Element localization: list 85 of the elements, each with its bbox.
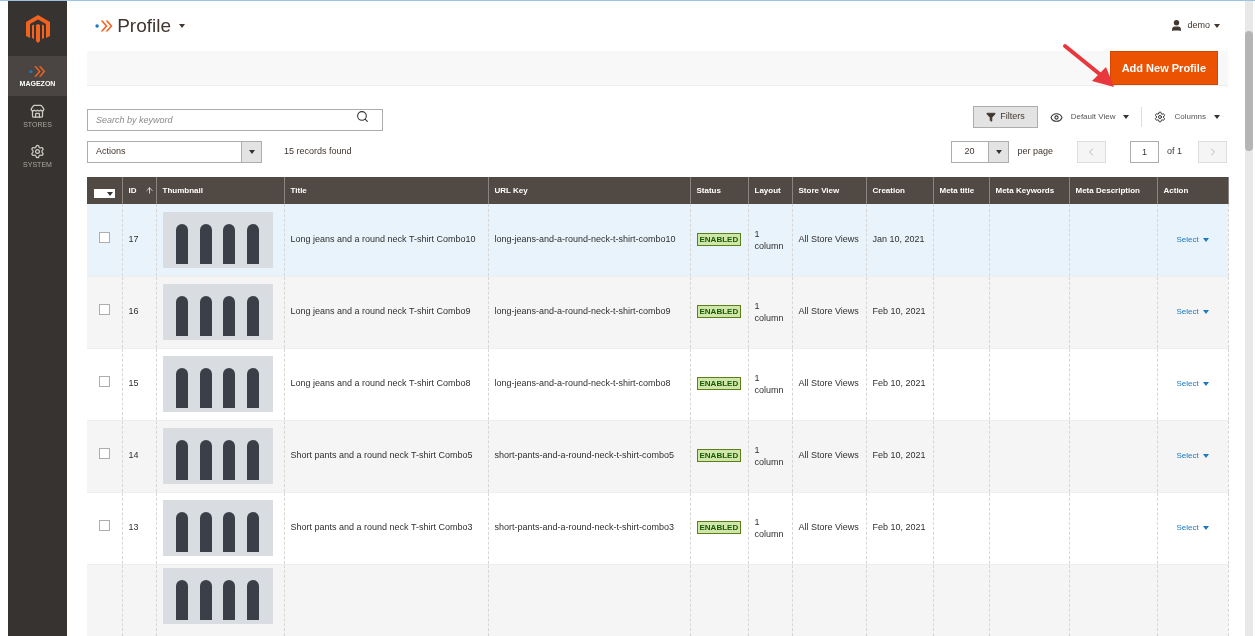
caret-icon (179, 23, 186, 28)
caret-icon (1202, 454, 1209, 459)
row-checkbox[interactable] (98, 304, 110, 316)
store-view-cell: All Store Views (792, 348, 866, 420)
select-action-link[interactable]: Select (1176, 234, 1209, 246)
status-badge: ENABLED (696, 377, 742, 391)
actions-select[interactable]: Actions (87, 141, 262, 163)
status-badge: ENABLED (696, 449, 742, 463)
filters-button[interactable]: Filters (973, 106, 1038, 128)
page-input[interactable]: 1 (1130, 141, 1159, 163)
caret-icon (1202, 526, 1209, 531)
row-checkbox[interactable] (98, 448, 110, 460)
search-icon[interactable] (356, 110, 369, 123)
url-key-cell: long-jeans-and-a-round-neck-t-shirt-combo10 (488, 204, 690, 276)
next-page-button[interactable] (1198, 141, 1227, 163)
id-cell: 13 (122, 492, 156, 564)
store-view-cell: All Store Views (792, 420, 866, 492)
creation-cell: Jan 10, 2021 (866, 204, 933, 276)
caret-icon (1123, 115, 1130, 119)
id-cell: 15 (122, 348, 156, 420)
page-total: of 1 (1167, 145, 1182, 159)
user-menu[interactable]: demo (1170, 19, 1220, 33)
store-view-cell: All Store Views (792, 492, 866, 564)
gear-icon (30, 144, 45, 159)
filter-icon (986, 112, 997, 122)
status-badge: ENABLED (696, 521, 742, 535)
layout-cell: 1 column (748, 276, 792, 348)
title-cell: Long jeans and a round neck T-shirt Combo9 (284, 276, 488, 348)
title-cell: Short pants and a round neck T-shirt Combo5 (284, 420, 488, 492)
caret-icon (106, 191, 113, 196)
store-view-cell: All Store Views (792, 204, 866, 276)
magento-logo-icon[interactable] (25, 14, 50, 43)
caret-icon (1214, 23, 1220, 28)
caret-icon (1202, 310, 1209, 315)
layout-cell: 1 column (748, 204, 792, 276)
per-page-label: per page (1017, 145, 1053, 159)
select-action-link[interactable]: Select (1176, 306, 1209, 319)
id-cell: 16 (122, 276, 156, 348)
creation-cell: Feb 10, 2021 (866, 276, 933, 348)
chevrons-logo-icon (29, 65, 46, 78)
url-key-cell: short-pants-and-a-round-neck-t-shirt-combo3 (488, 492, 690, 564)
title-cell: Long jeans and a round neck T-shirt Combo10 (284, 204, 488, 276)
pointer-arrow (1062, 43, 1116, 89)
id-cell: 14 (122, 420, 156, 492)
eye-icon (1049, 110, 1063, 124)
view-dropdown[interactable]: Default View (1049, 110, 1130, 124)
status-badge: ENABLED (696, 305, 742, 319)
creation-cell: Feb 10, 2021 (866, 348, 933, 420)
chevrons-logo-icon (95, 18, 114, 33)
sort-arrow-icon (144, 185, 154, 195)
layout-cell: 1 column (748, 348, 792, 420)
row-checkbox[interactable] (98, 376, 110, 388)
search-field[interactable]: Search by keyword (87, 109, 383, 131)
status-badge: ENABLED (696, 233, 742, 246)
gear-icon (1154, 111, 1167, 123)
scrollbar[interactable] (1245, 1, 1253, 636)
page-title[interactable]: Profile (117, 11, 172, 40)
row-checkbox[interactable] (98, 520, 110, 532)
caret-icon (1214, 115, 1220, 119)
layout-cell: 1 column (748, 492, 792, 564)
per-page-select[interactable]: 20 (951, 141, 1010, 163)
select-action-link[interactable]: Select (1176, 522, 1209, 535)
url-key-cell: long-jeans-and-a-round-neck-t-shirt-combo8 (488, 348, 690, 420)
select-action-link[interactable]: Select (1176, 378, 1209, 391)
store-icon (30, 104, 45, 119)
url-key-cell: long-jeans-and-a-round-neck-t-shirt-combo9 (488, 276, 690, 348)
store-view-cell: All Store Views (792, 276, 866, 348)
title-cell: Short pants and a round neck T-shirt Combo3 (284, 492, 488, 564)
creation-cell: Feb 10, 2021 (866, 420, 933, 492)
caret-icon (995, 150, 1002, 154)
id-cell: 17 (122, 204, 156, 276)
add-new-profile-button[interactable]: Add New Profile (1109, 50, 1218, 85)
select-action-link[interactable]: Select (1176, 450, 1209, 463)
caret-icon (1202, 238, 1209, 242)
caret-icon (248, 150, 255, 154)
caret-icon (1202, 382, 1209, 387)
title-cell: Long jeans and a round neck T-shirt Combo8 (284, 348, 488, 420)
creation-cell: Feb 10, 2021 (866, 492, 933, 564)
row-checkbox[interactable] (98, 232, 110, 243)
previous-page-button[interactable] (1077, 141, 1106, 163)
user-icon (1170, 19, 1184, 33)
columns-dropdown[interactable]: Columns (1154, 111, 1220, 123)
records-count: 15 records found (284, 145, 352, 159)
url-key-cell: short-pants-and-a-round-neck-t-shirt-combo5 (488, 420, 690, 492)
layout-cell: 1 column (748, 420, 792, 492)
